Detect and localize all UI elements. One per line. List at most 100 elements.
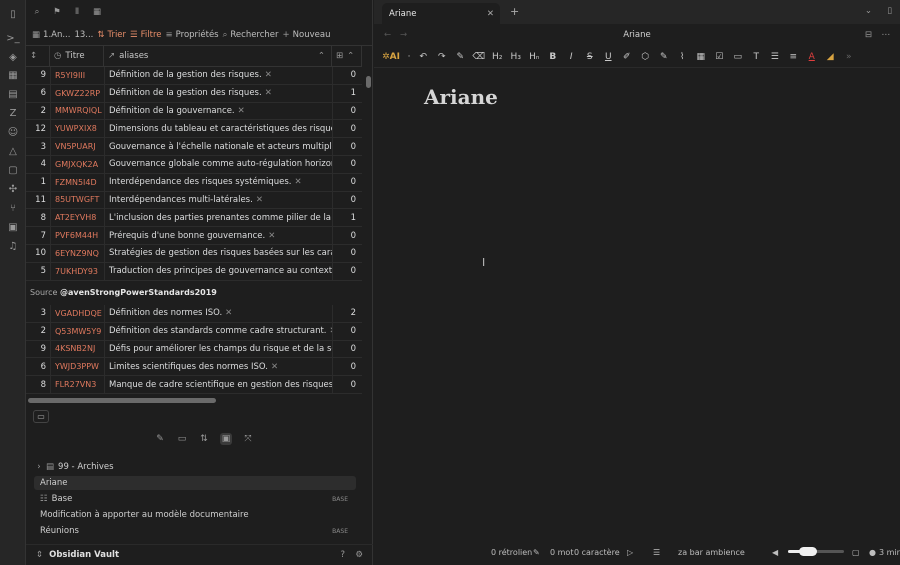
aliases-cell[interactable]: Limites scientifiques des normes ISO. ✕ [104,358,332,376]
edit-box-icon[interactable]: ✎ [655,49,674,65]
backlinks-count[interactable]: 0 rétrolien [491,548,532,557]
library-icon[interactable]: ⫴ [70,7,84,17]
heading-n-icon[interactable]: Hₙ [525,49,544,65]
background-color-icon[interactable]: ◢ [821,49,840,65]
underline-icon[interactable]: U [599,49,618,65]
table-row[interactable]: 11 85UTWGFT Interdépendances multi-latéral… [26,191,362,210]
text-size-icon[interactable]: T [747,49,766,65]
aliases-cell[interactable]: Prérequis d'une bonne gouvernance. ✕ [104,227,332,244]
right-sidebar-toggle-icon[interactable]: ▯ [887,6,892,16]
aliases-cell[interactable]: Stratégies de gestion des risques basées… [104,244,332,262]
title-cell[interactable]: 6EYNZ9NQ [50,244,104,262]
zotero-icon[interactable]: Z [5,105,21,121]
ai-button[interactable]: ✲ AI [378,49,404,65]
file-tree-item[interactable]: Réunions BASE [34,524,356,538]
title-cell[interactable]: VN5PUARJ [50,138,104,155]
vault-switcher[interactable]: ⇕ Obsidian Vault ? ⚙ [26,544,373,565]
aliases-cell[interactable]: Définition des normes ISO. ✕ [104,305,332,322]
table-row[interactable]: 4 GMJXQK2A Gouvernance globale comme auto-… [26,155,362,174]
remove-alias-icon[interactable]: ✕ [294,177,301,187]
terminal-icon[interactable]: >_ [5,30,21,46]
title-cell[interactable]: YUWPXIX8 [50,120,104,138]
table-row[interactable]: 2 Q53MW5Y9 Définition des standards comme … [26,322,362,341]
result-count[interactable]: 13... [74,30,93,40]
aliases-cell[interactable]: Manque de cadre scientifique en gestion … [104,376,332,393]
layers-icon[interactable]: ◈ [5,49,21,65]
music-icon[interactable]: ♫ [5,238,21,254]
checkbox-icon[interactable]: ☑ [710,49,729,65]
aliases-cell[interactable]: Définition de la gestion des risques. ✕ [104,67,332,84]
view-selector[interactable]: ▦ 1.An... [32,30,70,40]
file-tree-item[interactable]: ☷ Base BASE [34,492,356,506]
vertical-scrollbar[interactable] [366,76,371,88]
volume-slider[interactable] [788,547,844,556]
title-cell[interactable]: 7UKHDY93 [50,262,104,280]
table-row[interactable]: 3 VGADHDQE Définition des normes ISO. ✕ 2 [26,305,362,323]
table-row[interactable]: 9 4KSNB2NJ Défis pour améliorer les champs… [26,340,362,359]
git-icon[interactable]: ⑂ [5,200,21,216]
remove-alias-icon[interactable]: ✕ [265,88,272,98]
chevron-down-icon[interactable]: ⌄ [865,6,872,16]
sidebar-toggle-icon[interactable]: ▯ [5,6,21,22]
remove-alias-icon[interactable]: ✕ [238,106,245,116]
add-column-icon[interactable]: ⊞ [336,51,343,61]
new-tab-icon[interactable]: + [510,5,519,18]
table-row[interactable]: 8 FLR27VN3 Manque de cadre scientifique en… [26,376,362,394]
horizontal-scrollbar[interactable] [28,398,216,403]
attachment-icon[interactable]: ⌇ [673,49,692,65]
remove-alias-icon[interactable]: ✕ [256,195,263,205]
auto-reveal-icon[interactable]: ▣ [220,433,232,445]
new-note-icon[interactable]: ✎ [154,433,166,445]
shapes-icon[interactable]: △ [5,143,21,159]
italic-icon[interactable]: I [562,49,581,65]
table-row[interactable]: 1 FZMN5I4D Interdépendance des risques sys… [26,173,362,192]
format-painter-icon[interactable]: ✎ [451,49,470,65]
chevron-up-icon[interactable]: ⌃ [347,51,354,61]
close-icon[interactable]: ✕ [487,9,494,19]
title-cell[interactable]: AT2EYVH8 [50,209,104,227]
remove-alias-icon[interactable]: ✕ [265,70,272,80]
properties-button[interactable]: ≡ Propriétés [166,30,219,40]
title-cell[interactable]: Q53MW5Y9 [50,322,104,340]
redo-icon[interactable]: ↷ [433,49,452,65]
title-cell[interactable]: GKWZ22RP [50,84,104,102]
bold-icon[interactable]: B [544,49,563,65]
volume-knob[interactable] [798,547,817,556]
title-cell[interactable]: VGADHDQE [50,305,104,322]
aliases-cell[interactable]: Interdépendance des risques systémiques.… [104,173,332,191]
bullet-list-icon[interactable]: ☰ [766,49,785,65]
search-icon[interactable]: ⌕ [30,7,44,17]
collapse-all-icon[interactable]: ⤧ [242,433,254,445]
title-cell[interactable]: MMWRQIQL [50,102,104,120]
volume-icon[interactable]: ◀ [772,548,778,557]
file-tree-item[interactable]: Modification à apporter au modèle docume… [34,508,356,522]
aliases-cell[interactable]: Dimensions du tableau et caractéristique… [104,120,332,138]
filter-button[interactable]: ☰ Filtre [130,30,162,40]
chevron-up-icon[interactable]: ⌃ [318,51,325,61]
new-button[interactable]: + Nouveau [283,30,331,40]
table-icon[interactable]: ▦ [90,7,104,17]
tab-ariane[interactable]: Ariane ✕ [382,3,500,24]
aliases-cell[interactable]: L'inclusion des parties prenantes comme … [104,209,332,227]
title-cell[interactable]: R5YI9III [50,67,104,84]
title-cell[interactable]: 85UTWGFT [50,191,104,209]
bot-icon[interactable]: ☺ [5,124,21,140]
puzzle-icon[interactable]: ✣ [5,181,21,197]
table-row[interactable]: 3 VN5PUARJ Gouvernance à l'échelle nationa… [26,138,362,156]
table-row[interactable]: 7 PVF6M44H Prérequis d'une bonne gouvernan… [26,227,362,245]
aliases-cell[interactable]: Défis pour améliorer les champs du risqu… [104,340,332,358]
cards-icon[interactable]: ▢ [5,162,21,178]
help-icon[interactable]: ? [340,550,345,560]
lock-icon[interactable]: ▢ [852,548,860,557]
play-icon[interactable]: ▷ [627,548,633,557]
playlist-icon[interactable]: ☰ [653,548,660,557]
align-icon[interactable]: ≡ [784,49,803,65]
aliases-cell[interactable]: Traduction des principes de gouvernance … [104,262,332,280]
chevron-right-icon[interactable]: › [34,462,44,472]
title-cell[interactable]: PVF6M44H [50,227,104,244]
new-folder-icon[interactable]: ▭ [176,433,188,445]
edit-icon[interactable]: ✎ [533,548,540,557]
gear-icon[interactable]: ⚙ [355,550,363,560]
title-cell[interactable]: 4KSNB2NJ [50,340,104,358]
title-cell[interactable]: FZMN5I4D [50,173,104,191]
